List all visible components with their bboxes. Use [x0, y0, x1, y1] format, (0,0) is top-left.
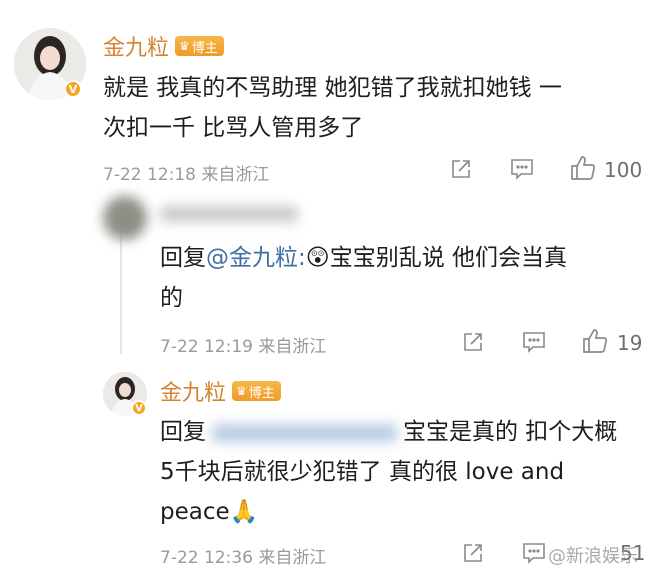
comment-icon[interactable] [521, 330, 547, 354]
reply-meta: 7-22 12:36 来自浙江 [160, 548, 327, 568]
reply-prefix: 回复 [160, 245, 206, 271]
badge-label: 博主 [191, 40, 218, 56]
share-icon[interactable] [449, 157, 473, 181]
blurred-username [160, 206, 298, 222]
reply-text: 回复@金九粒:😲宝宝别乱说 他们会当真 的 [160, 238, 630, 318]
like-icon[interactable] [581, 327, 609, 355]
thread-line [120, 232, 122, 354]
comment-author[interactable]: 金九粒 [103, 30, 169, 62]
comment-text-line: 次扣一千 比骂人管用多了 [103, 115, 364, 141]
crown-icon: ♛ [236, 384, 247, 398]
badge-label: 博主 [248, 385, 275, 401]
comment-text: 就是 我真的不骂助理 她犯错了我就扣她钱 一 次扣一千 比骂人管用多了 [103, 68, 651, 148]
reply-meta: 7-22 12:19 来自浙江 [160, 337, 327, 357]
comment-icon[interactable] [509, 157, 535, 181]
reply-text-line: 回复 宝宝是真的 扣个大概 [160, 412, 650, 452]
like-icon[interactable] [569, 154, 597, 182]
watermark: @新浪娱乐 [548, 546, 638, 567]
reply-body: 宝宝别乱说 他们会当真 [329, 245, 568, 271]
verified-badge-icon: V [131, 400, 147, 416]
surprised-emoji: 😲 [305, 245, 330, 271]
comment-text-line: 就是 我真的不骂助理 她犯错了我就扣她钱 一 [103, 75, 562, 101]
reply-text-line: 的 [160, 285, 183, 311]
avatar[interactable] [103, 196, 147, 240]
blogger-badge: ♛ 博主 [232, 381, 281, 401]
comment-meta: 7-22 12:18 来自浙江 [103, 165, 270, 185]
comment-icon[interactable] [521, 541, 547, 565]
blogger-badge: ♛ 博主 [175, 36, 224, 56]
share-icon[interactable] [461, 541, 485, 565]
like-count: 100 [604, 158, 643, 182]
reply-body: peace [160, 499, 230, 525]
blurred-mention [212, 423, 397, 442]
reply-body: 宝宝是真的 扣个大概 [403, 419, 618, 445]
comment-author[interactable]: 金九粒 [160, 375, 226, 407]
reply-text-line: 回复@金九粒:😲宝宝别乱说 他们会当真 [160, 238, 630, 278]
reply-text-line: peace🙏 [160, 492, 650, 532]
mention-link[interactable]: @金九粒: [206, 245, 306, 271]
verified-badge-icon: V [64, 80, 82, 98]
crown-icon: ♛ [179, 39, 190, 53]
reply-text: 回复 宝宝是真的 扣个大概 5千块后就很少犯错了 真的很 love and pea… [160, 412, 650, 532]
like-count: 19 [617, 331, 643, 355]
reply-text-line: 5千块后就很少犯错了 真的很 love and [160, 459, 565, 485]
share-icon[interactable] [461, 330, 485, 354]
pray-emoji: 🙏 [229, 499, 259, 525]
reply-prefix: 回复 [160, 419, 206, 445]
